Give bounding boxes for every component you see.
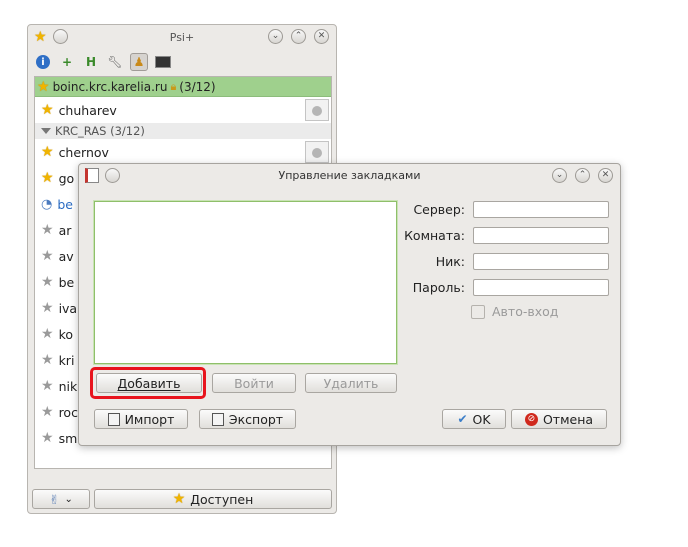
cancel-icon: ⊘ [524,412,538,426]
room-label: Комната: [404,228,465,243]
online-status-icon: ★ [41,144,54,160]
bookmark-icon [85,168,99,183]
dialog-title: Управление закладками [278,169,421,182]
room-input[interactable] [473,227,609,244]
list-item[interactable]: ★ chuharev [35,97,331,123]
lock-icon: 🔒︎ [170,79,177,93]
server-label: Сервер: [413,202,465,217]
main-menu-button[interactable]: ✌ ⌄ [32,489,90,509]
star-icon: ★ [37,78,50,95]
delete-button[interactable]: Удалить [305,373,397,393]
status-button[interactable]: ★ Доступен [94,489,332,509]
window-menu-button[interactable] [105,168,120,183]
offline-status-icon: ★ [41,248,54,264]
online-status-icon: ★ [41,102,54,118]
chevron-down-icon: ⌄ [64,493,73,505]
room-row: Комната: [401,227,609,244]
password-label: Пароль: [412,280,465,295]
add-contact-icon[interactable]: + [58,53,76,71]
psi-toolbar: i + H 🔧︎ ♟ [34,52,172,72]
offline-status-icon: ★ [41,274,54,290]
account-row[interactable]: ★ boinc.krc.karelia.ru 🔒︎ (3/12) [35,77,331,97]
account-count: (3/12) [179,79,216,94]
psi-bottom-bar: ✌ ⌄ ★ Доступен [32,489,332,509]
online-status-icon: ★ [41,170,54,186]
dialog-titlebar[interactable]: Управление закладками ⌄ ⌃ ✕ [79,164,620,188]
server-input[interactable] [473,201,609,218]
minimize-button[interactable]: ⌄ [552,168,567,183]
nick-input[interactable] [473,253,609,270]
star-icon: ★ [34,28,47,45]
window-menu-button[interactable] [52,29,68,44]
import-button[interactable]: Импорт [94,409,188,429]
autologin-checkbox[interactable]: Авто-вход [471,304,558,319]
close-button[interactable]: ✕ [314,29,329,44]
clipboard-icon [211,412,224,426]
offline-status-icon: ★ [41,404,54,420]
info-icon[interactable]: i [34,53,52,71]
offline-status-icon: ★ [41,430,54,446]
minimize-button[interactable]: ⌄ [268,29,283,44]
psi-titlebar[interactable]: ★ Psi+ ⌄ ⌃ ✕ [28,25,336,49]
maximize-button[interactable]: ⌃ [575,168,590,183]
offline-status-icon: ★ [41,300,54,316]
export-button[interactable]: Экспорт [199,409,296,429]
checkmark-icon: ✔ [457,412,468,426]
list-item[interactable]: ★ chernov [35,139,331,165]
psi-menu-icon: ✌ [49,491,60,507]
add-button[interactable]: Добавить [96,373,202,393]
terminal-icon[interactable] [154,53,172,71]
avatar [305,141,329,163]
join-button[interactable]: Войти [212,373,296,393]
clipboard-icon [107,412,120,426]
password-row: Пароль: [401,279,609,296]
nick-label: Ник: [435,254,465,269]
cancel-button[interactable]: ⊘ Отмена [511,409,607,429]
offline-status-icon: ★ [41,352,54,368]
avatar [305,99,329,121]
server-row: Сервер: [401,201,609,218]
nick-row: Ник: [401,253,609,270]
bookmarks-list[interactable] [94,201,397,364]
maximize-button[interactable]: ⌃ [291,29,306,44]
password-input[interactable] [473,279,609,296]
checkbox-box[interactable] [471,304,485,319]
account-name: boinc.krc.karelia.ru [52,79,168,94]
close-button[interactable]: ✕ [598,168,613,183]
services-icon[interactable]: H [82,53,100,71]
group-header[interactable]: KRC_RAS (3/12) [35,123,331,139]
offline-status-icon: ★ [41,378,54,394]
offline-status-icon: ★ [41,222,54,238]
bookmarks-dialog: Управление закладками ⌄ ⌃ ✕ Сервер: Комн… [78,163,621,446]
wrench-icon[interactable]: 🔧︎ [106,53,124,71]
chevron-down-icon [41,128,51,134]
star-icon: ★ [172,491,186,507]
bell-icon[interactable]: ♟ [130,53,148,71]
ok-button[interactable]: ✔ OK [442,409,506,429]
offline-status-icon: ★ [41,326,54,342]
away-status-icon: ◔ [41,196,53,212]
